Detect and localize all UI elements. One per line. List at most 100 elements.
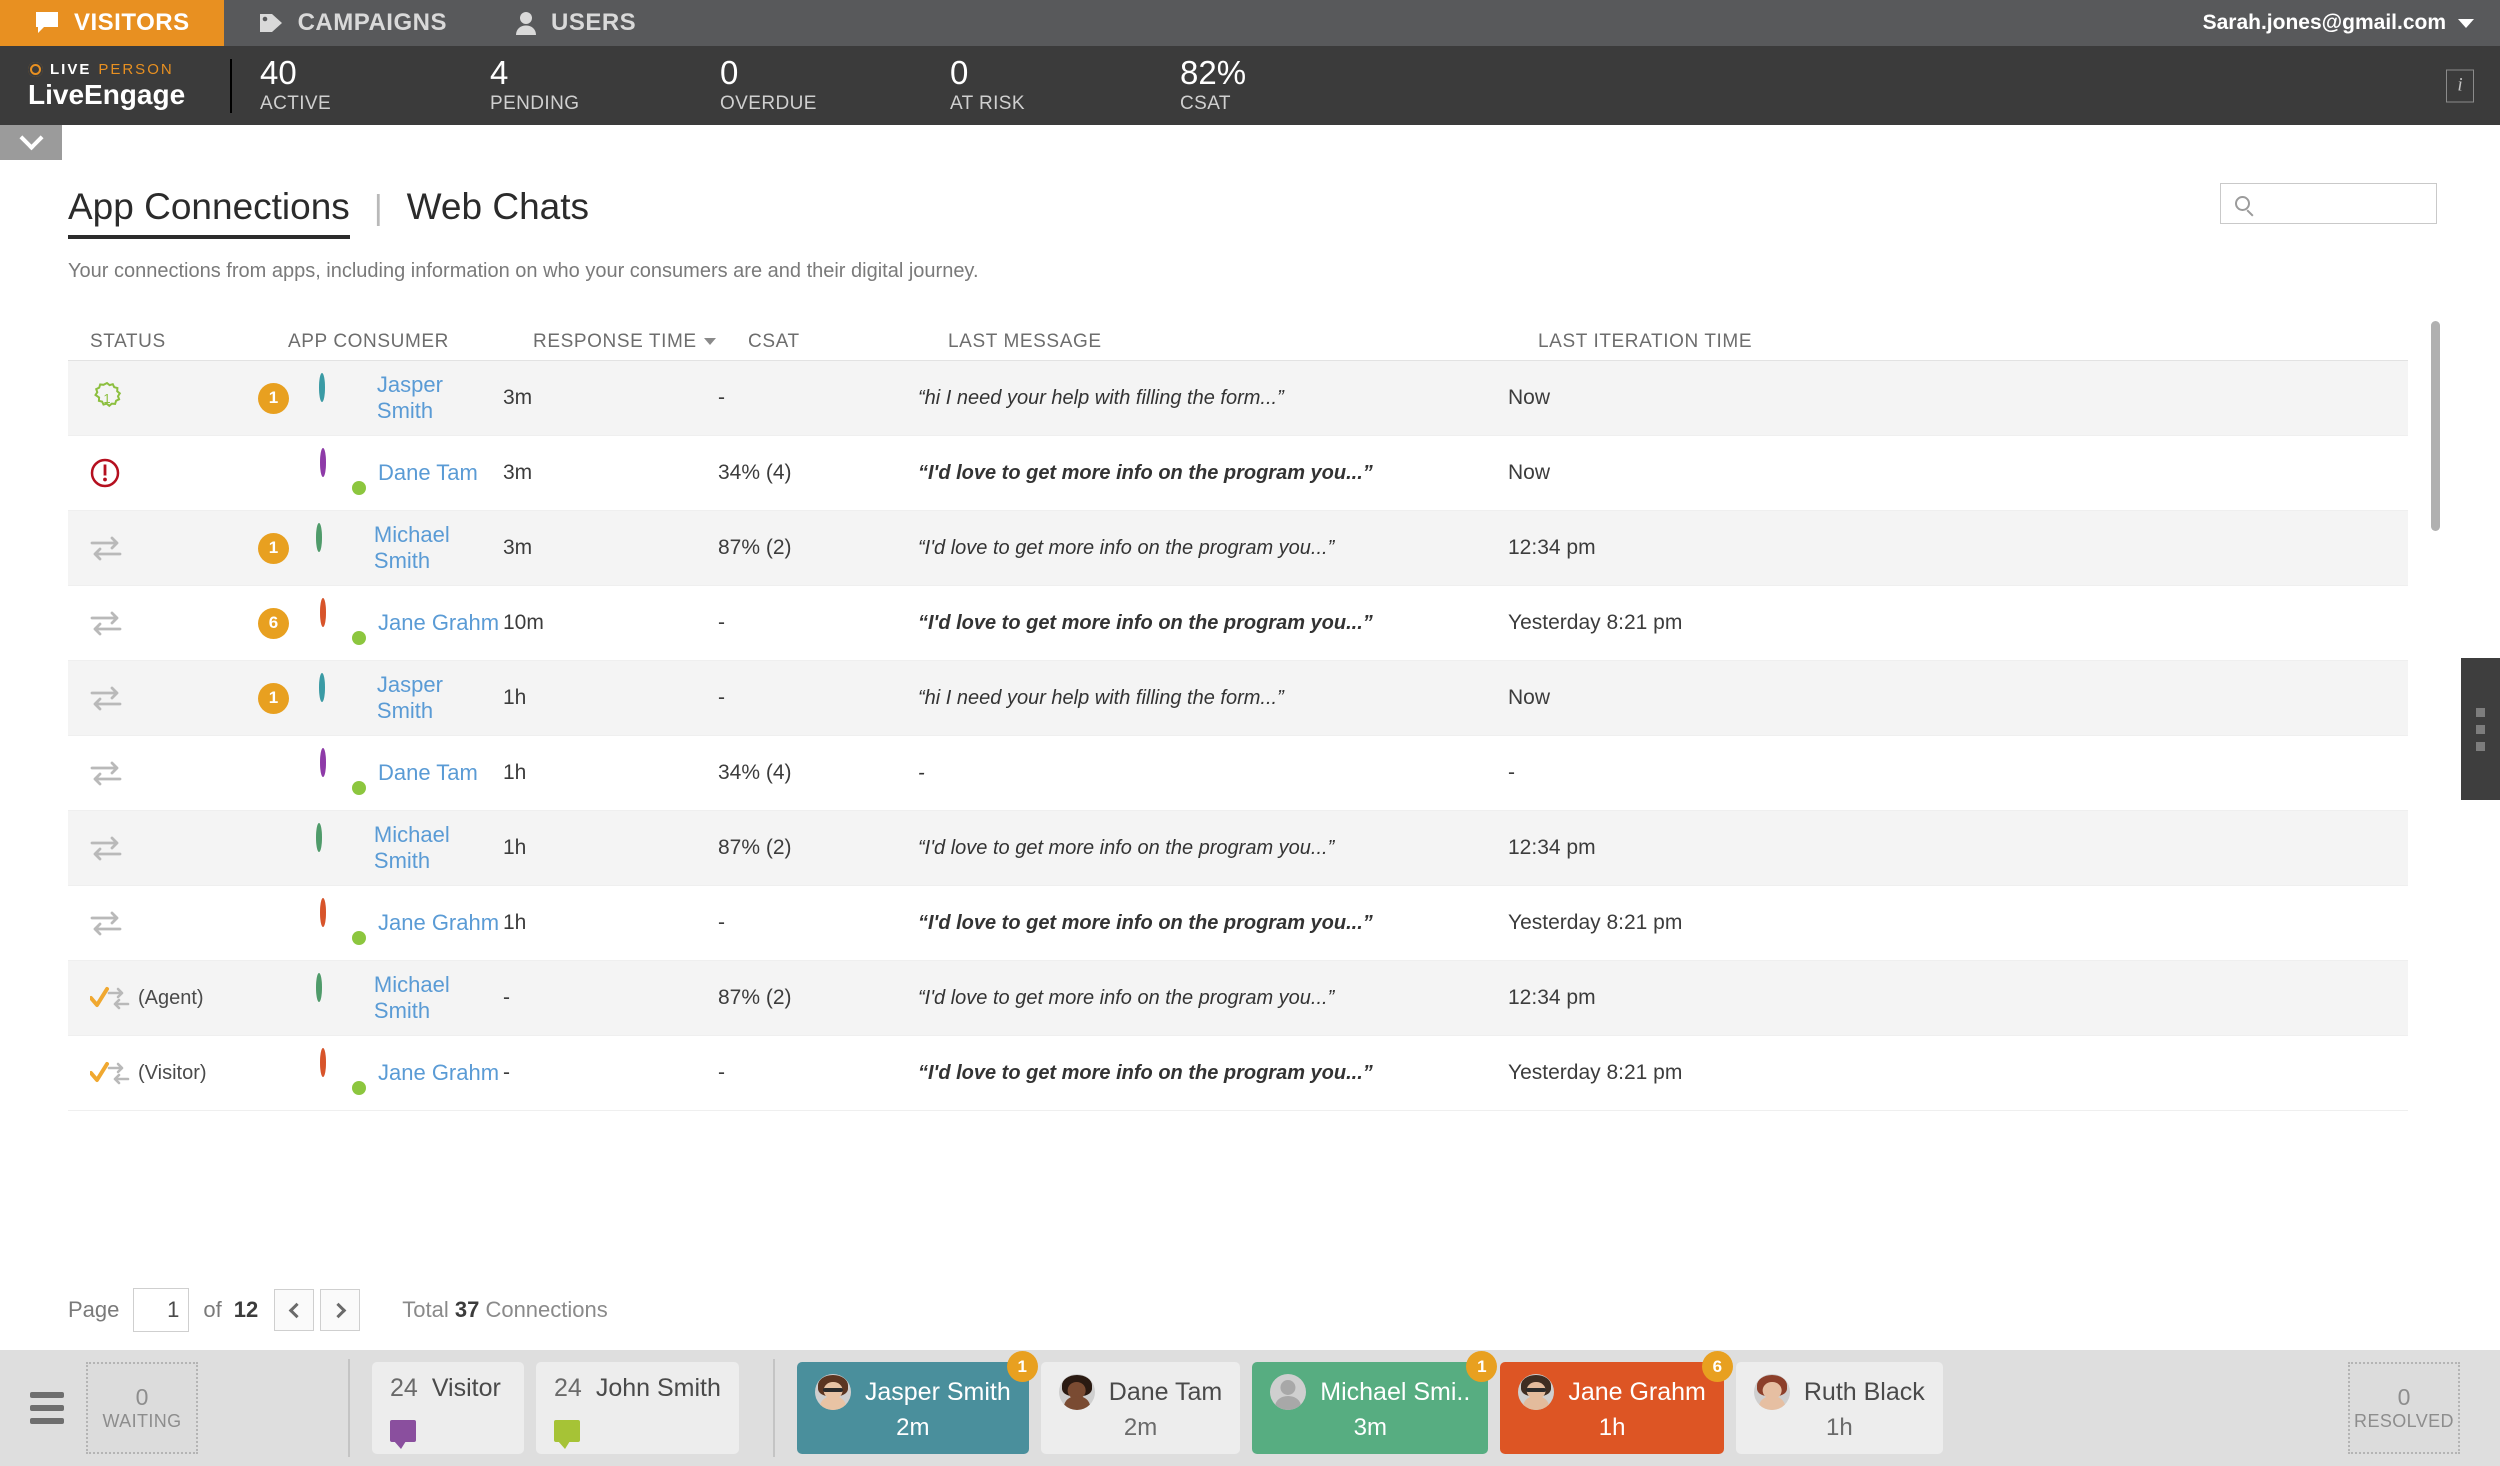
kpi-csat[interactable]: 82% CSAT: [1162, 56, 1392, 116]
queue-chip-name: John Smith: [596, 1374, 721, 1403]
table-row[interactable]: 1Michael Smith3m87% (2)“I'd love to get …: [68, 511, 2408, 586]
avatar[interactable]: [316, 976, 360, 1020]
page-number-input[interactable]: [133, 1288, 189, 1332]
consumer-name-link[interactable]: Dane Tam: [378, 460, 478, 486]
row-consumer-cell: Michael Smith: [258, 822, 503, 874]
consumer-name-link[interactable]: Dane Tam: [378, 760, 478, 786]
check-transfer-icon[interactable]: [90, 1060, 130, 1086]
kpi-at-risk[interactable]: 0 AT RISK: [932, 56, 1162, 116]
queue-chip-name: Visitor: [432, 1374, 501, 1403]
kpi-overdue[interactable]: 0 OVERDUE: [702, 56, 932, 116]
tab-web-chats[interactable]: Web Chats: [407, 186, 589, 235]
account-menu[interactable]: Sarah.jones@gmail.com: [2203, 0, 2474, 46]
conversation-chip[interactable]: Dane Tam2m: [1041, 1362, 1241, 1454]
green-gear-badge-icon[interactable]: 1: [90, 381, 130, 415]
consumer-name-link[interactable]: Jane Grahm: [378, 1060, 499, 1086]
table-row[interactable]: Dane Tam1h34% (4)--: [68, 736, 2408, 811]
kpi-active[interactable]: 40 ACTIVE: [242, 56, 472, 116]
status-label: (Visitor): [138, 1062, 207, 1085]
avatar[interactable]: [316, 826, 360, 870]
side-drawer-handle[interactable]: [2461, 658, 2500, 800]
divider: [348, 1359, 350, 1457]
consumer-name-link[interactable]: Michael Smith: [374, 522, 503, 574]
table-row[interactable]: Michael Smith1h87% (2)“I'd love to get m…: [68, 811, 2408, 886]
row-csat: -: [718, 686, 918, 710]
previous-page-button[interactable]: [274, 1289, 314, 1331]
tab-app-connections[interactable]: App Connections: [68, 186, 350, 239]
avatar[interactable]: [319, 376, 363, 420]
avatar[interactable]: [320, 1051, 364, 1095]
consumer-name-link[interactable]: Jane Grahm: [378, 610, 499, 636]
hamburger-icon[interactable]: [14, 1392, 68, 1424]
total-prefix: Total: [402, 1297, 448, 1322]
table-row[interactable]: Jane Grahm1h-“I'd love to get more info …: [68, 886, 2408, 961]
total-suffix: Connections: [485, 1297, 607, 1322]
kpi-csat-value: 82%: [1180, 56, 1246, 91]
kpi-pending[interactable]: 4 PENDING: [472, 56, 702, 116]
transfer-arrows-icon[interactable]: [90, 835, 130, 861]
consumer-name-link[interactable]: Michael Smith: [374, 972, 503, 1024]
sort-descending-icon: [704, 338, 716, 345]
avatar[interactable]: [319, 676, 363, 720]
column-header-response-time[interactable]: RESPONSE TIME: [533, 331, 748, 353]
transfer-arrows-icon[interactable]: [90, 535, 130, 561]
presence-online-indicator: [352, 481, 366, 495]
nav-tab-users[interactable]: USERS: [481, 0, 670, 46]
avatar[interactable]: [320, 451, 364, 495]
kpi-active-label: ACTIVE: [260, 93, 331, 115]
nav-tab-campaigns[interactable]: CAMPAIGNS: [224, 0, 481, 46]
consumer-name-link[interactable]: Jasper Smith: [377, 372, 503, 424]
transfer-arrows-icon[interactable]: [90, 760, 130, 786]
row-last-iteration-time: Now: [1508, 686, 1908, 710]
kpi-at-risk-label: AT RISK: [950, 93, 1025, 115]
row-last-iteration-time: 12:34 pm: [1508, 536, 1908, 560]
transfer-arrows-icon[interactable]: [90, 610, 130, 636]
queue-chip[interactable]: 24Visitor: [372, 1362, 524, 1454]
next-page-button[interactable]: [320, 1289, 360, 1331]
table-row[interactable]: 1Jasper Smith1h-“hi I need your help wit…: [68, 661, 2408, 736]
waiting-dropzone[interactable]: 0 WAITING: [86, 1362, 198, 1454]
conversation-chip[interactable]: Michael Smi..3m1: [1252, 1362, 1488, 1454]
collapse-panel-button[interactable]: [0, 125, 62, 160]
nav-tab-visitors[interactable]: VISITORS: [0, 0, 224, 46]
table-row[interactable]: (Agent)Michael Smith-87% (2)“I'd love to…: [68, 961, 2408, 1036]
info-icon[interactable]: i: [2446, 69, 2474, 102]
check-transfer-icon[interactable]: [90, 985, 130, 1011]
avatar: [1270, 1374, 1306, 1410]
consumer-name-link[interactable]: Jane Grahm: [378, 910, 499, 936]
conversation-chip[interactable]: Jane Grahm1h6: [1500, 1362, 1724, 1454]
red-alert-icon[interactable]: [90, 458, 130, 488]
brand-logo: LIVEPERSON LiveEngage: [0, 46, 230, 125]
transfer-arrows-icon[interactable]: [90, 910, 130, 936]
conversation-chip[interactable]: Ruth Black1h: [1736, 1362, 1943, 1454]
queue-chip[interactable]: 24John Smith: [536, 1362, 739, 1454]
avatar[interactable]: [320, 751, 364, 795]
table-row[interactable]: 6Jane Grahm10m-“I'd love to get more inf…: [68, 586, 2408, 661]
table-row[interactable]: (Visitor)Jane Grahm--“I'd love to get mo…: [68, 1036, 2408, 1111]
search-input[interactable]: [2258, 194, 2418, 214]
table-scrollbar-track[interactable]: [2415, 319, 2424, 1039]
conversation-chip-name: Michael Smi..: [1320, 1378, 1470, 1407]
search-box[interactable]: [2220, 183, 2437, 224]
row-csat: 87% (2): [718, 536, 918, 560]
column-header-response-time-label: RESPONSE TIME: [533, 331, 697, 352]
resolved-dropzone[interactable]: 0 RESOLVED: [2348, 1362, 2460, 1454]
row-response-time: 1h: [503, 911, 718, 935]
transfer-arrows-icon[interactable]: [90, 685, 130, 711]
row-last-iteration-time: 12:34 pm: [1508, 836, 1908, 860]
transfer-arrows-icon: [90, 535, 122, 561]
conversation-chip[interactable]: Jasper Smith2m1: [797, 1362, 1029, 1454]
row-csat: -: [718, 1061, 918, 1085]
table-row[interactable]: 11Jasper Smith3m-“hi I need your help wi…: [68, 361, 2408, 436]
bottom-taskbar: 0 WAITING 24Visitor24John Smith Jasper S…: [0, 1350, 2500, 1466]
avatar[interactable]: [320, 601, 364, 645]
consumer-name-link[interactable]: Jasper Smith: [377, 672, 503, 724]
table-scrollbar-thumb[interactable]: [2431, 321, 2440, 531]
chevron-left-icon: [288, 1302, 304, 1318]
consumer-name-link[interactable]: Michael Smith: [374, 822, 503, 874]
row-last-iteration-time: Yesterday 8:21 pm: [1508, 1061, 1908, 1085]
table-row[interactable]: Dane Tam3m34% (4)“I'd love to get more i…: [68, 436, 2408, 511]
chat-bubble-icon: [554, 1420, 580, 1442]
avatar[interactable]: [316, 526, 360, 570]
avatar[interactable]: [320, 901, 364, 945]
